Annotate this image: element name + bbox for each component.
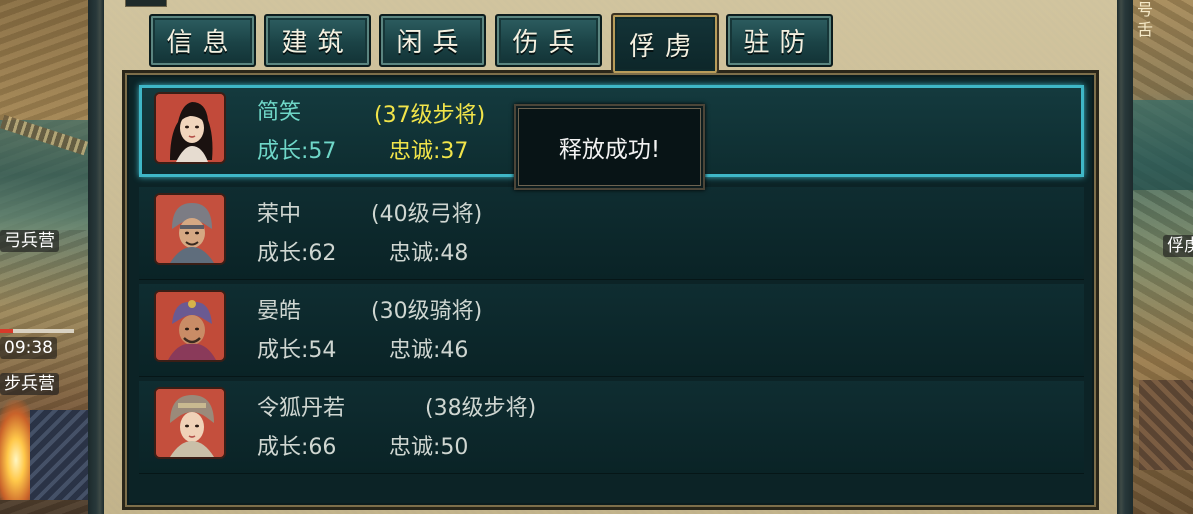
cavalry-general-portrait-icon [156, 292, 224, 360]
prisoner-level: (40级弓将) [371, 202, 483, 227]
tab-info[interactable]: 信息 [149, 14, 256, 67]
prisoner-growth: 成长:57 [257, 139, 337, 164]
prisoner-level: (38级步将) [425, 396, 537, 421]
tab-prisoners[interactable]: 俘虏 [611, 13, 719, 73]
prisoner-name: 简笑 [257, 100, 302, 125]
prisoner-loyalty: 忠诚:46 [389, 338, 469, 363]
prisoner-level: (37级步将) [374, 103, 486, 128]
prisoner-portrait [154, 92, 226, 164]
archer-camp-label[interactable]: 弓兵营 [0, 230, 59, 252]
tab-wounded[interactable]: 伤兵 [495, 14, 602, 67]
tab-idle-troops[interactable]: 闲兵 [379, 14, 486, 67]
right-map-label-top2: 舌 [1137, 20, 1154, 39]
prisoner-portrait [154, 193, 226, 265]
archer-general-portrait-icon [156, 195, 224, 263]
prisoner-row[interactable]: 荣中 (40级弓将) 成长:62 忠诚:48 [139, 187, 1084, 280]
prisoner-name: 荣中 [257, 202, 302, 227]
prisoner-row[interactable]: 晏皓 (30级骑将) 成长:54 忠诚:46 [139, 284, 1084, 377]
infantry-general-portrait-icon [156, 389, 224, 457]
build-timer-text: 09:38 [0, 337, 57, 359]
left-map-background: 弓兵营 09:38 步兵营 [0, 0, 88, 514]
build-timer-fill [0, 329, 14, 333]
right-map-background: 号 舌 俘虏 [1133, 0, 1193, 514]
prisoner-loyalty: 忠诚:48 [389, 241, 469, 266]
prisoner-loyalty: 忠诚:50 [389, 435, 469, 460]
prisoner-growth: 成长:62 [257, 241, 337, 266]
prisoner-name: 令狐丹若 [257, 396, 346, 421]
prisoner-portrait [154, 290, 226, 362]
prisoner-loyalty: 忠诚:37 [389, 139, 469, 164]
tab-buildings[interactable]: 建筑 [264, 14, 371, 67]
prisoner-growth: 成长:54 [257, 338, 337, 363]
infantry-camp-label[interactable]: 步兵营 [0, 373, 59, 395]
dialog-top-ornament [125, 0, 167, 7]
prisoner-name: 晏皓 [257, 299, 302, 324]
prisoner-row[interactable]: 令狐丹若 (38级步将) 成长:66 忠诚:50 [139, 381, 1084, 474]
right-map-label-top: 号 [1137, 0, 1154, 19]
prisoner-level: (30级骑将) [371, 299, 483, 324]
prisoner-growth: 成长:66 [257, 435, 337, 460]
female-general-portrait-icon [156, 94, 224, 162]
tab-garrison[interactable]: 驻防 [726, 14, 833, 67]
release-success-toast: 释放成功! [514, 104, 705, 190]
prisoner-portrait [154, 387, 226, 459]
prisoner-camp-label[interactable]: 俘虏 [1163, 235, 1193, 257]
build-timer-bar [0, 329, 74, 333]
